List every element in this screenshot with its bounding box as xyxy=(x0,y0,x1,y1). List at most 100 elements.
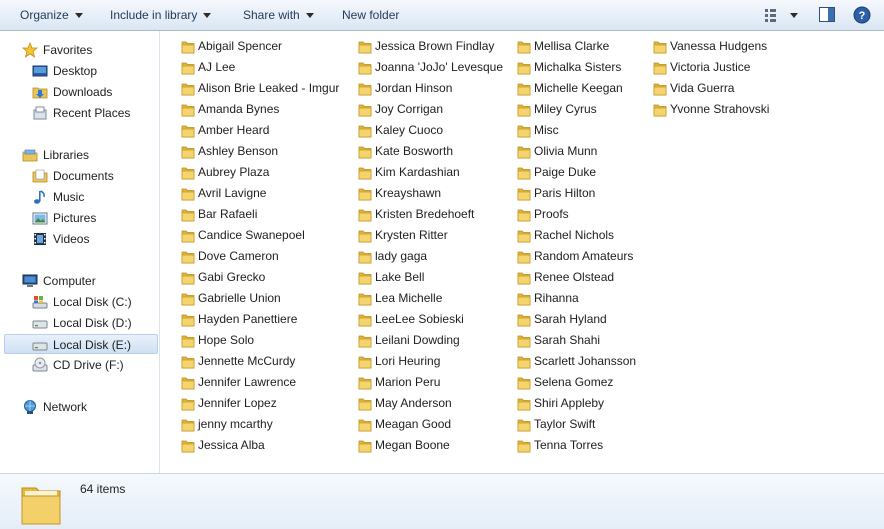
share-with-button[interactable]: Share with xyxy=(243,7,314,23)
folder-icon xyxy=(517,419,531,432)
nav-libraries-label: Libraries xyxy=(43,148,90,162)
folder-icon xyxy=(358,41,372,54)
nav-item-label: Music xyxy=(53,190,85,204)
folder-icon xyxy=(517,188,531,201)
folder-name: Aubrey Plaza xyxy=(198,165,270,179)
drive-icon xyxy=(32,342,48,351)
folder-name: Krysten Ritter xyxy=(375,228,448,242)
nav-item-local-disk-e[interactable]: Local Disk (E:) xyxy=(4,334,158,354)
folder-name: Jennifer Lawrence xyxy=(198,375,297,389)
folder-name: lady gaga xyxy=(375,249,428,263)
folder-name: Abigail Spencer xyxy=(198,39,283,53)
folder-icon xyxy=(517,62,531,75)
nav-favorites-label: Favorites xyxy=(43,43,93,57)
folder-icon xyxy=(181,356,195,369)
chevron-down-icon xyxy=(74,13,83,19)
help-icon: ? xyxy=(853,6,871,24)
network-icon xyxy=(24,400,36,414)
help-button[interactable]: ? xyxy=(853,6,871,27)
folder-icon xyxy=(517,41,531,54)
music-icon xyxy=(34,190,45,204)
folder-name: Joanna 'JoJo' Levesque xyxy=(375,60,504,74)
folder-name: Rihanna xyxy=(534,291,579,305)
folder-name: Avril Lavigne xyxy=(198,186,267,200)
folder-name: Dove Cameron xyxy=(198,249,279,263)
details-pane: 64 items xyxy=(0,473,884,529)
videos-icon xyxy=(34,233,46,245)
include-in-library-button[interactable]: Include in library xyxy=(110,7,212,23)
include-in-library-label: Include in library xyxy=(110,8,198,22)
new-folder-button[interactable]: New folder xyxy=(342,7,399,23)
folder-name: Meagan Good xyxy=(375,417,452,431)
organize-menu-button[interactable]: Organize xyxy=(20,7,83,23)
folder-icon xyxy=(358,167,372,180)
folder-icon xyxy=(181,209,195,222)
navigation-pane: Favorites Desktop Downloads Recent Place… xyxy=(0,31,160,473)
folder-name: Random Amateurs xyxy=(534,249,634,263)
folder-name: Jessica Alba xyxy=(198,438,265,452)
folder-icon xyxy=(358,62,372,75)
star-icon xyxy=(22,42,38,58)
system-drive-icon xyxy=(32,296,48,309)
folder-name: Scarlett Johansson xyxy=(534,354,637,368)
folder-name: Kreayshawn xyxy=(375,186,442,200)
folder-name: Lori Heuring xyxy=(375,354,441,368)
folder-name: Lake Bell xyxy=(375,270,425,284)
view-options-button[interactable] xyxy=(764,6,800,27)
folder-name: Leilani Dowding xyxy=(375,333,460,347)
folder-icon xyxy=(517,293,531,306)
file-list: Abigail Spencer AJ Lee Alison Brie Leaked … xyxy=(161,31,884,473)
share-with-label: Share with xyxy=(243,8,300,22)
folder-name: Bar Rafaeli xyxy=(198,207,258,221)
nav-item-label: Pictures xyxy=(53,211,97,225)
view-options-icon xyxy=(765,9,798,22)
folder-icon xyxy=(653,104,667,117)
folder-icon xyxy=(358,440,372,453)
folder-icon xyxy=(358,146,372,159)
folder-name: Hayden Panettiere xyxy=(198,312,298,326)
folder-icon xyxy=(181,419,195,432)
folder-icon xyxy=(517,314,531,327)
folder-icon xyxy=(181,251,195,264)
folder-name: Vida Guerra xyxy=(670,81,735,95)
documents-icon xyxy=(32,169,48,183)
folder-icon xyxy=(358,83,372,96)
preview-pane-button[interactable] xyxy=(818,6,836,27)
nav-item-label: CD Drive (F:) xyxy=(53,358,124,372)
folder-icon xyxy=(181,335,195,348)
item-count: 64 items xyxy=(80,482,126,496)
folder-icon xyxy=(358,335,372,348)
folder-icon xyxy=(181,62,195,75)
folder-name: Amber Heard xyxy=(198,123,270,137)
folder-icon xyxy=(517,167,531,180)
folder-name: Lea Michelle xyxy=(375,291,443,305)
folder-icon xyxy=(517,251,531,264)
command-bar: Organize Include in library Share with N… xyxy=(0,0,884,31)
folder-name: Gabi Grecko xyxy=(198,270,266,284)
folder-icon xyxy=(358,251,372,264)
folder-icon xyxy=(181,104,195,117)
folder-icon xyxy=(181,83,195,96)
folder-icon xyxy=(181,398,195,411)
folder-icon xyxy=(517,83,531,96)
folder-name: Gabrielle Union xyxy=(198,291,281,305)
nav-item-label: Desktop xyxy=(53,64,98,78)
pictures-icon xyxy=(32,212,48,225)
folder-icon xyxy=(181,188,195,201)
folder-name: Renee Olstead xyxy=(534,270,615,284)
nav-network-label: Network xyxy=(43,400,88,414)
nav-item-label: Documents xyxy=(53,169,114,183)
folder-icon xyxy=(358,356,372,369)
folder-name: Megan Boone xyxy=(375,438,450,452)
nav-item-label: Videos xyxy=(53,232,90,246)
folder-icon xyxy=(358,230,372,243)
folder-name: Hope Solo xyxy=(198,333,255,347)
nav-item-label: Downloads xyxy=(53,85,113,99)
folder-icon xyxy=(517,104,531,117)
folder-icon xyxy=(653,83,667,96)
folder-icon xyxy=(358,377,372,390)
folder-name: Candice Swanepoel xyxy=(198,228,305,242)
svg-text:?: ? xyxy=(859,10,866,22)
folder-name: Kim Kardashian xyxy=(375,165,460,179)
folder-icon xyxy=(517,356,531,369)
